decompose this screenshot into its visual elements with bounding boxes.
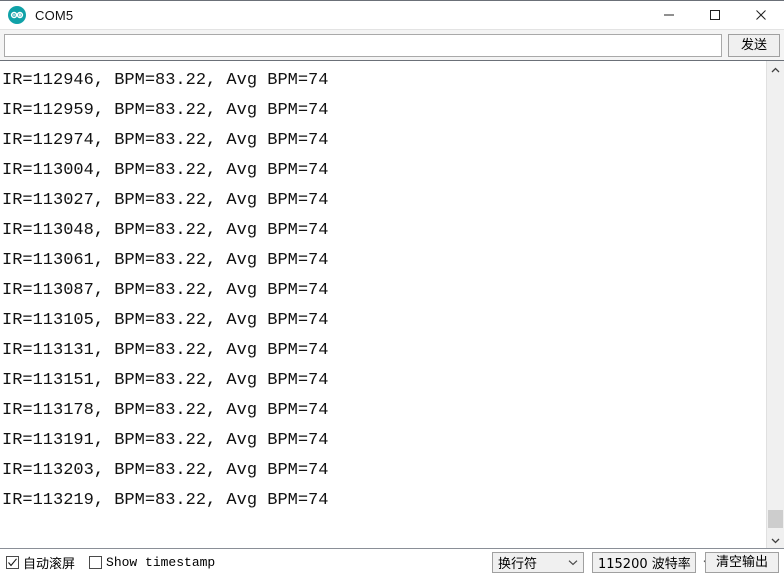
clear-output-button[interactable]: 清空输出 <box>704 551 779 573</box>
window-controls <box>646 0 784 30</box>
title-bar-left: COM5 <box>0 6 646 24</box>
output-line: IR=112946, BPM=83.22, Avg BPM=74 <box>2 71 329 90</box>
output-line: IR=113178, BPM=83.22, Avg BPM=74 <box>2 401 329 420</box>
status-bar: 自动滚屏 Show timestamp 换行符 115200 波特率 清空输出 <box>0 548 784 575</box>
check-icon <box>8 557 17 566</box>
timestamp-checkbox[interactable] <box>89 555 103 569</box>
baud-rate-select[interactable]: 115200 波特率 <box>591 551 713 573</box>
timestamp-checkbox-group[interactable]: Show timestamp <box>89 555 215 570</box>
output-line: IR=113191, BPM=83.22, Avg BPM=74 <box>2 431 329 450</box>
output-line: IR=113061, BPM=83.22, Avg BPM=74 <box>2 251 329 270</box>
minimize-button[interactable] <box>646 0 692 30</box>
send-row: 发送 <box>0 29 784 60</box>
output-line: IR=113087, BPM=83.22, Avg BPM=74 <box>2 281 329 300</box>
autoscroll-checkbox-group[interactable]: 自动滚屏 <box>6 553 75 572</box>
autoscroll-label: 自动滚屏 <box>23 556 76 572</box>
title-bar: COM5 <box>0 0 784 30</box>
chevron-down-icon <box>568 559 578 566</box>
output-line: IR=113203, BPM=83.22, Avg BPM=74 <box>2 461 329 480</box>
scroll-down-button[interactable] <box>767 531 784 548</box>
baud-rate-value: 115200 波特率 <box>597 556 691 572</box>
output-line: IR=113027, BPM=83.22, Avg BPM=74 <box>2 191 329 210</box>
output-line: IR=113004, BPM=83.22, Avg BPM=74 <box>2 161 329 180</box>
autoscroll-checkbox[interactable] <box>6 555 19 569</box>
window-title: COM5 <box>35 7 74 23</box>
output-scrollbar[interactable] <box>766 61 784 548</box>
output-area: IR=112946, BPM=83.22, Avg BPM=74 IR=1129… <box>0 60 784 548</box>
output-line: IR=113151, BPM=83.22, Avg BPM=74 <box>2 371 329 390</box>
chevron-down-icon <box>771 531 780 549</box>
output-line: IR=113131, BPM=83.22, Avg BPM=74 <box>2 341 329 360</box>
serial-output-console[interactable]: IR=112946, BPM=83.22, Avg BPM=74 IR=1129… <box>0 61 766 548</box>
arduino-logo-icon <box>8 6 26 24</box>
close-button[interactable] <box>738 0 784 30</box>
serial-send-input[interactable] <box>4 33 722 57</box>
output-line: IR=113105, BPM=83.22, Avg BPM=74 <box>2 311 329 330</box>
output-line: IR=113048, BPM=83.22, Avg BPM=74 <box>2 221 329 240</box>
scroll-up-button[interactable] <box>767 61 784 78</box>
line-ending-value: 换行符 <box>497 556 537 572</box>
line-ending-select[interactable]: 换行符 <box>491 551 584 573</box>
output-line: IR=112959, BPM=83.22, Avg BPM=74 <box>2 101 329 120</box>
send-button[interactable]: 发送 <box>728 33 780 57</box>
maximize-button[interactable] <box>692 0 738 30</box>
serial-monitor-window: COM5 发送 IR=112946, BPM=83.22, Avg BPM=74… <box>0 0 784 575</box>
output-line: IR=112974, BPM=83.22, Avg BPM=74 <box>2 131 329 150</box>
scrollbar-track[interactable] <box>767 78 784 531</box>
scrollbar-thumb[interactable] <box>768 510 783 528</box>
timestamp-label: Show timestamp <box>106 554 216 570</box>
output-line: IR=113219, BPM=83.22, Avg BPM=74 <box>2 491 329 510</box>
chevron-up-icon <box>771 61 780 79</box>
